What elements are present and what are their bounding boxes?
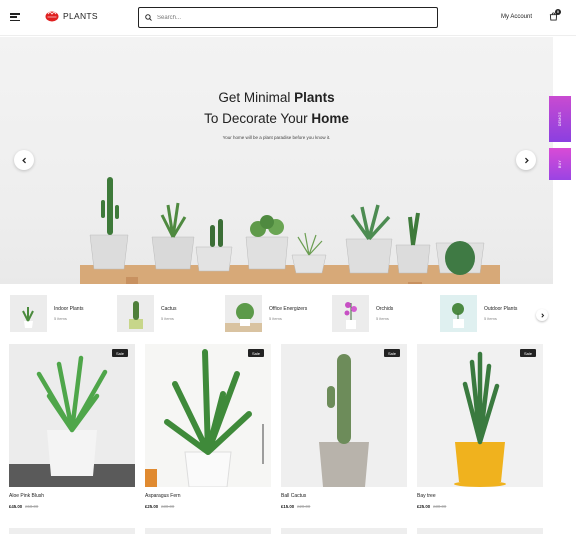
cart-count-badge: 0 [555,9,561,15]
old-price: £30.00 [161,504,175,509]
product-price: £15.00 £20.00 [281,504,407,509]
product-image: Sale [145,344,271,487]
current-price: £15.00 [281,504,295,509]
product-card-partial[interactable] [281,528,407,534]
old-price: £58.00 [25,504,39,509]
site-header: PLANTS My Account 0 [0,0,576,36]
logo[interactable]: PLANTS [45,10,98,22]
product-price: £45.00 £58.00 [9,504,135,509]
category-name: Indoor Plants [54,306,84,312]
chevron-right-icon [540,312,544,318]
menu-icon[interactable] [10,13,20,21]
hero-banner: Get Minimal Plants To Decorate Your Home… [0,37,553,284]
product-name[interactable]: Aloe Pink Blush [9,493,135,499]
sale-badge: Sale [519,349,536,357]
sale-badge: Sale [111,349,128,357]
product-price: £25.00 £30.00 [145,504,271,509]
chevron-right-icon [524,157,529,163]
category-thumbnail [225,295,262,332]
search-icon [145,14,152,21]
product-image: Sale [9,344,135,487]
demos-label: DEMOS [558,111,562,127]
sale-badge: Sale [383,349,400,357]
product-name[interactable]: Bay tree [417,493,543,499]
hero-plants-illustration [80,177,500,284]
carousel-prev-button[interactable] [14,150,34,170]
category-count: 5 items [161,316,174,321]
carousel-next-button[interactable] [516,150,536,170]
category-orchids[interactable]: Orchids 5 items [332,295,393,332]
category-name: Outdoor Plants [484,306,518,312]
category-thumbnail [117,295,154,332]
chevron-left-icon [21,157,26,163]
search-input[interactable] [157,14,437,21]
category-office-energizers[interactable]: Office Energizers 5 items [225,295,307,332]
demos-side-tab[interactable]: DEMOS [549,96,571,142]
product-card[interactable]: Sale Aloe Pink Blush £45.00 £58.00 [9,344,135,509]
my-account-link[interactable]: My Account [501,14,532,20]
category-cactus[interactable]: Cactus 5 items [117,295,177,332]
categories-next-button[interactable] [536,309,548,321]
product-card-partial[interactable] [9,528,135,534]
product-image: Sale [281,344,407,487]
product-card-partial[interactable] [145,528,271,534]
category-thumbnail [440,295,477,332]
category-thumbnail [10,295,47,332]
category-count: 5 items [269,316,282,321]
product-card[interactable]: Sale Bay tree £25.00 £30.00 [417,344,543,509]
category-outdoor-plants[interactable]: Outdoor Plants 5 items [440,295,517,332]
logo-text: PLANTS [63,11,98,21]
buy-label: BUY [557,159,562,169]
category-thumbnail [332,295,369,332]
buy-side-tab[interactable]: BUY [549,148,571,180]
old-price: £30.00 [433,504,447,509]
product-name[interactable]: Asparagus Fern [145,493,271,499]
product-card-partial[interactable] [417,528,543,534]
product-card[interactable]: Sale Asparagus Fern £25.00 £30.00 [145,344,271,509]
search-bar[interactable] [138,7,438,28]
category-count: 5 items [484,316,497,321]
product-card[interactable]: Sale Ball Cactus £15.00 £20.00 [281,344,407,509]
product-name[interactable]: Ball Cactus [281,493,407,499]
category-count: 5 items [54,316,67,321]
category-name: Orchids [376,306,394,312]
product-image: Sale [417,344,543,487]
current-price: £25.00 [145,504,159,509]
category-name: Office Energizers [269,306,308,312]
logo-icon [45,11,59,22]
category-count: 5 items [376,316,389,321]
current-price: £25.00 [417,504,431,509]
sale-badge: Sale [247,349,264,357]
category-name: Cactus [161,306,177,312]
product-price: £25.00 £30.00 [417,504,543,509]
old-price: £20.00 [297,504,311,509]
category-indoor-plants[interactable]: Indoor Plants 5 items [10,295,83,332]
current-price: £45.00 [9,504,23,509]
